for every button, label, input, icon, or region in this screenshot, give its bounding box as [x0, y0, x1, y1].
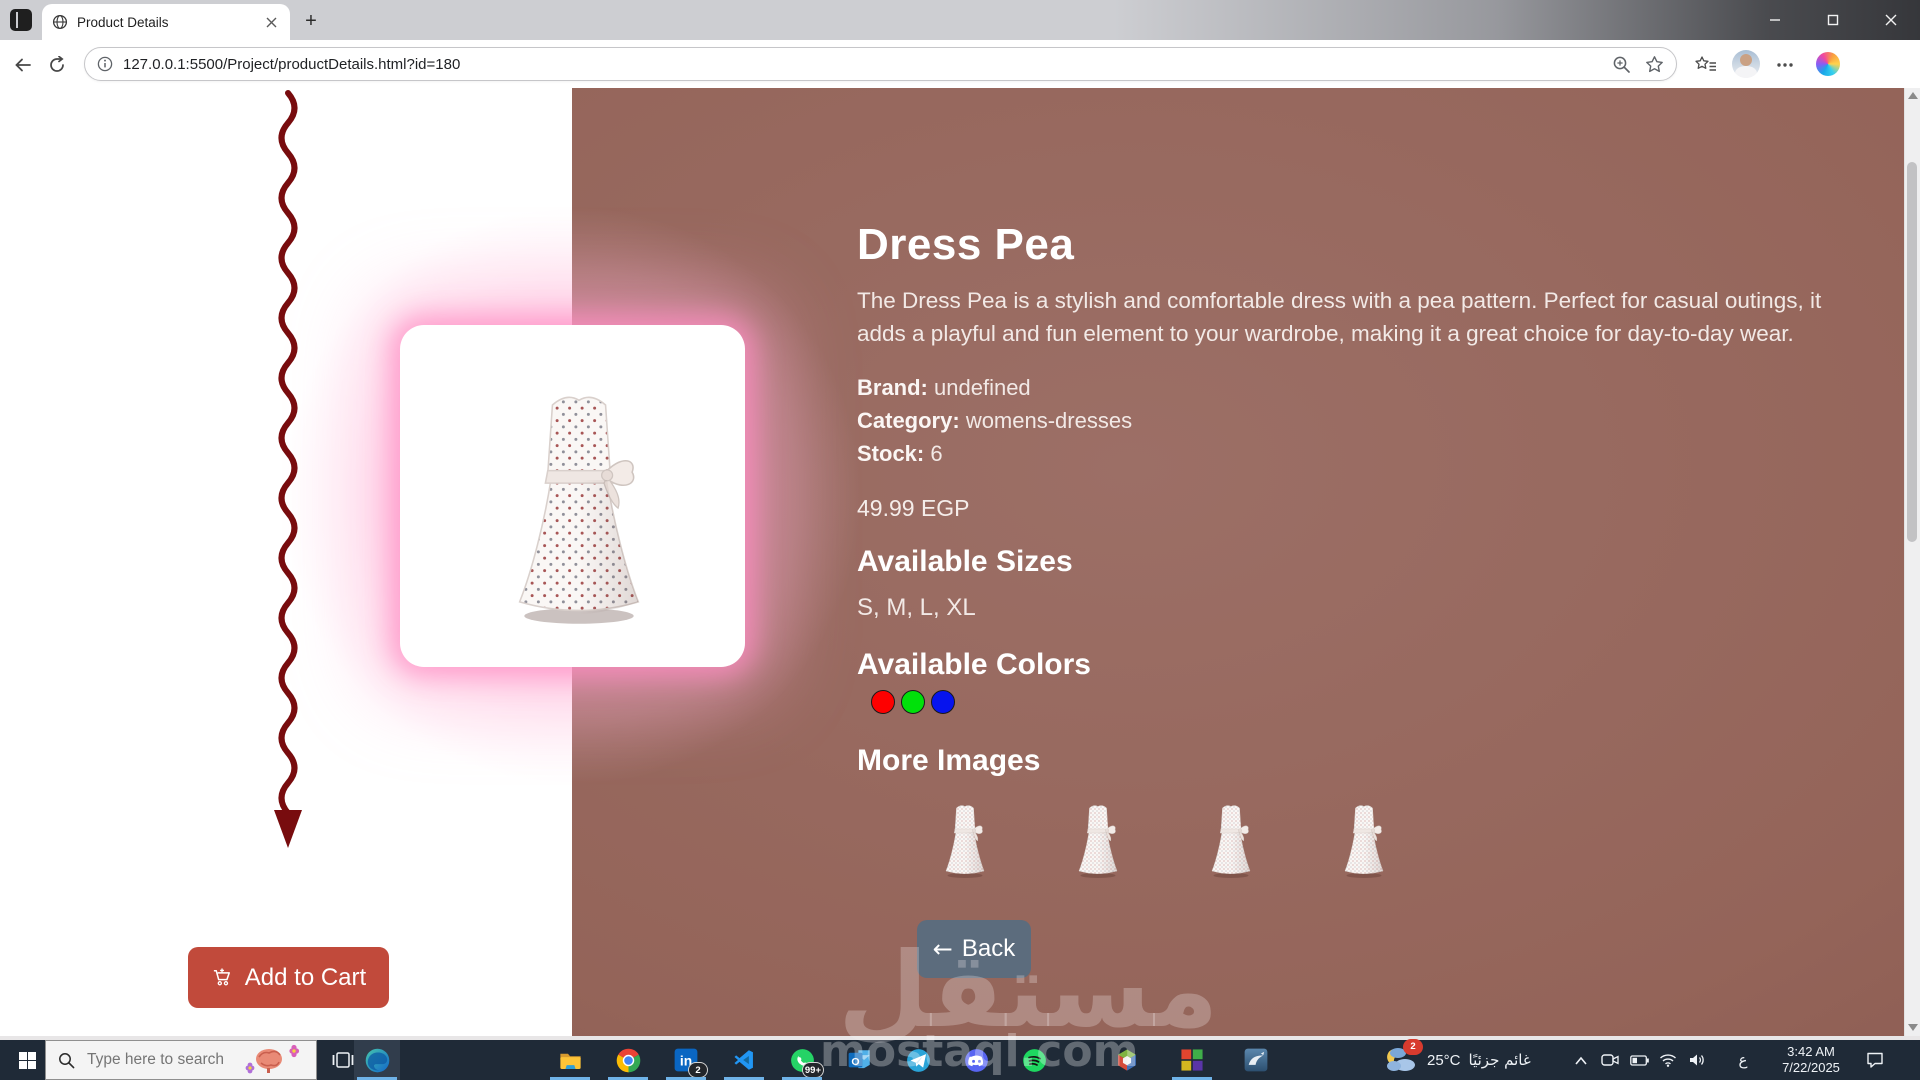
cart-icon	[211, 966, 234, 989]
stock-value: 6	[930, 441, 942, 466]
browser-toolbar: 127.0.0.1:5500/Project/productDetails.ht…	[0, 40, 1920, 89]
taskbar: in 2 99+ O	[0, 1040, 1920, 1080]
taskbar-mysql-icon[interactable]	[1233, 1040, 1279, 1080]
back-button-label: Back	[962, 935, 1015, 963]
search-icon	[58, 1052, 75, 1069]
brand-label: Brand:	[857, 375, 928, 400]
taskbar-vscode-icon[interactable]	[721, 1040, 767, 1080]
linkedin-badge: 2	[688, 1062, 708, 1078]
tray-chevron-icon[interactable]	[1567, 1040, 1595, 1080]
detail-row-brand: Brand: undefined	[857, 375, 1031, 401]
action-center-icon[interactable]	[1858, 1040, 1892, 1080]
search-doodle-brain-icon	[239, 1043, 301, 1077]
category-label: Category:	[857, 408, 960, 433]
taskbar-linkedin-icon[interactable]: in 2	[663, 1040, 709, 1080]
color-swatch-red[interactable]	[871, 690, 895, 714]
brand-value: undefined	[934, 375, 1031, 400]
sizes-heading: Available Sizes	[857, 545, 1073, 579]
wavy-arrow-decoration	[268, 90, 308, 852]
back-button[interactable]: ← Back	[917, 920, 1031, 978]
more-images-heading: More Images	[857, 744, 1040, 778]
taskbar-search[interactable]	[45, 1040, 317, 1080]
browser-tab[interactable]: Product Details	[42, 4, 290, 40]
product-thumbnail-4[interactable]	[1340, 800, 1388, 880]
whatsapp-badge: 99+	[802, 1062, 824, 1078]
product-title: Dress Pea	[857, 220, 1074, 270]
add-to-cart-button[interactable]: Add to Cart	[188, 947, 389, 1008]
scroll-up-icon[interactable]	[1908, 92, 1918, 99]
refresh-icon[interactable]	[44, 52, 70, 78]
tray-volume-icon[interactable]	[1683, 1040, 1711, 1080]
taskbar-spotify-icon[interactable]	[1011, 1040, 1057, 1080]
color-swatches	[871, 690, 955, 714]
tray-date: 7/22/2025	[1770, 1060, 1852, 1076]
back-arrow-icon: ←	[933, 935, 953, 963]
site-info-icon[interactable]	[97, 56, 113, 72]
tray-clock[interactable]: 3:42 AM 7/22/2025	[1770, 1044, 1852, 1076]
add-to-cart-label: Add to Cart	[245, 964, 366, 992]
weather-temp: 25°C	[1427, 1052, 1461, 1069]
product-thumbnail-1[interactable]	[941, 800, 989, 880]
bookmark-star-icon[interactable]	[1645, 55, 1664, 74]
page-content: Dress Pea The Dress Pea is a stylish and…	[0, 88, 1920, 1036]
globe-favicon-icon	[52, 14, 68, 30]
taskbar-whatsapp-icon[interactable]: 99+	[779, 1040, 825, 1080]
taskbar-chrome-icon[interactable]	[605, 1040, 651, 1080]
copilot-icon[interactable]	[1816, 52, 1840, 76]
taskbar-outlook-icon[interactable]: O	[837, 1040, 883, 1080]
product-detail-panel	[572, 88, 1904, 1036]
tray-meet-now-icon[interactable]	[1596, 1040, 1624, 1080]
category-value: womens-dresses	[966, 408, 1132, 433]
window-close-button[interactable]	[1868, 0, 1914, 40]
stock-label: Stock:	[857, 441, 924, 466]
color-swatch-green[interactable]	[901, 690, 925, 714]
favorites-icon[interactable]	[1693, 52, 1719, 78]
sizes-value: S, M, L, XL	[857, 594, 976, 622]
window-maximize-button[interactable]	[1810, 0, 1856, 40]
detail-row-category: Category: womens-dresses	[857, 408, 1132, 434]
detail-row-stock: Stock: 6	[857, 441, 943, 467]
browser-tab-strip: Product Details +	[0, 0, 1920, 40]
tray-time: 3:42 AM	[1770, 1044, 1852, 1060]
colors-heading: Available Colors	[857, 648, 1091, 682]
tab-title: Product Details	[77, 15, 262, 30]
color-swatch-blue[interactable]	[931, 690, 955, 714]
url-text: 127.0.0.1:5500/Project/productDetails.ht…	[123, 56, 1612, 73]
scroll-down-icon[interactable]	[1908, 1024, 1918, 1031]
tray-wifi-icon[interactable]	[1654, 1040, 1682, 1080]
taskbar-netbeans-icon[interactable]	[1104, 1040, 1150, 1080]
product-image-card	[400, 325, 745, 667]
taskbar-colored-grid-app-icon[interactable]	[1169, 1040, 1215, 1080]
taskbar-discord-icon[interactable]	[953, 1040, 999, 1080]
back-navigation-icon[interactable]	[10, 52, 36, 78]
address-bar[interactable]: 127.0.0.1:5500/Project/productDetails.ht…	[84, 47, 1677, 81]
taskbar-weather[interactable]: 2 25°C غائم جزئيًا	[1385, 1040, 1531, 1080]
window-minimize-button[interactable]	[1752, 0, 1798, 40]
product-price: 49.99 EGP	[857, 495, 970, 522]
product-thumbnail-3[interactable]	[1207, 800, 1255, 880]
taskbar-edge-icon[interactable]	[354, 1040, 400, 1080]
settings-ellipsis-icon[interactable]	[1772, 52, 1798, 78]
tray-battery-icon[interactable]	[1625, 1040, 1653, 1080]
profile-avatar[interactable]	[1732, 50, 1760, 78]
search-input[interactable]	[85, 1050, 239, 1070]
zoom-page-icon[interactable]	[1612, 55, 1631, 74]
tray-language-indicator[interactable]: ع	[1730, 1040, 1756, 1080]
taskbar-telegram-icon[interactable]	[895, 1040, 941, 1080]
tab-close-icon[interactable]	[262, 13, 280, 31]
product-image	[504, 380, 654, 630]
weather-condition: غائم جزئيًا	[1469, 1051, 1531, 1069]
svg-text:O: O	[851, 1056, 859, 1068]
taskbar-file-explorer-icon[interactable]	[547, 1040, 593, 1080]
new-tab-button[interactable]: +	[300, 10, 322, 32]
start-button[interactable]	[8, 1040, 46, 1080]
weather-badge: 2	[1403, 1039, 1423, 1055]
scrollbar-thumb[interactable]	[1907, 162, 1917, 542]
screen: Product Details + 127	[0, 0, 1920, 1080]
product-description: The Dress Pea is a stylish and comfortab…	[857, 284, 1857, 350]
product-thumbnail-2[interactable]	[1074, 800, 1122, 880]
tab-workspaces-icon[interactable]	[10, 9, 32, 31]
